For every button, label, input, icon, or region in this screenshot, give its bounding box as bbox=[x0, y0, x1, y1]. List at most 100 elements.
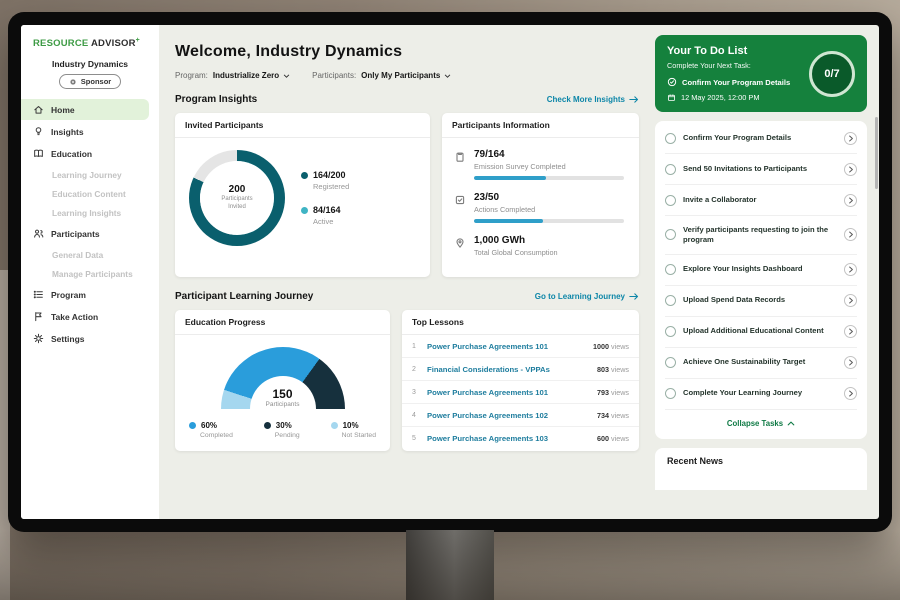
legend-item-pending: 30% Pending bbox=[264, 421, 300, 439]
sidebar-item-take-action[interactable]: Take Action bbox=[21, 306, 149, 327]
actions-progress-bar bbox=[474, 219, 624, 223]
chevron-right-icon bbox=[848, 328, 854, 335]
task-open-button[interactable] bbox=[844, 163, 857, 176]
legend-dot bbox=[264, 422, 271, 429]
participants-select[interactable]: Only My Participants bbox=[361, 71, 451, 80]
sidebar-item-program[interactable]: Program bbox=[21, 284, 149, 305]
todo-summary-card: Your To Do List Complete Your Next Task:… bbox=[655, 35, 867, 112]
task-row[interactable]: Complete Your Learning Journey bbox=[665, 379, 857, 410]
sidebar-item-manage-participants[interactable]: Manage Participants bbox=[21, 264, 159, 283]
task-open-button[interactable] bbox=[844, 228, 857, 241]
settings-gear-icon bbox=[33, 333, 44, 344]
lesson-link[interactable]: Power Purchase Agreements 103 bbox=[427, 434, 588, 443]
task-checkbox[interactable] bbox=[665, 388, 676, 399]
location-pin-icon bbox=[454, 237, 466, 249]
lesson-link[interactable]: Power Purchase Agreements 101 bbox=[427, 388, 588, 397]
task-row[interactable]: Verify participants requesting to join t… bbox=[665, 216, 857, 255]
task-open-button[interactable] bbox=[844, 132, 857, 145]
participants-filter: Participants: Only My Participants bbox=[312, 71, 451, 80]
sidebar-item-learning-journey[interactable]: Learning Journey bbox=[21, 165, 159, 184]
chevron-right-icon bbox=[848, 359, 854, 366]
home-icon bbox=[33, 104, 44, 115]
task-row[interactable]: Explore Your Insights Dashboard bbox=[665, 255, 857, 286]
collapse-tasks-button[interactable]: Collapse Tasks bbox=[665, 410, 857, 437]
sidebar-item-home[interactable]: Home bbox=[21, 99, 149, 120]
chevron-down-icon bbox=[444, 73, 451, 79]
task-checkbox[interactable] bbox=[665, 326, 676, 337]
logo-resource: RESOURCE bbox=[33, 38, 88, 49]
task-row[interactable]: Confirm Your Program Details bbox=[665, 123, 857, 154]
task-row[interactable]: Send 50 Invitations to Participants bbox=[665, 154, 857, 185]
lesson-link[interactable]: Financial Considerations - VPPAs bbox=[427, 365, 588, 374]
task-open-button[interactable] bbox=[844, 325, 857, 338]
legend-item-active: 84/164 Active bbox=[301, 205, 349, 226]
todo-panel: Your To Do List Complete Your Next Task:… bbox=[651, 25, 879, 519]
program-filter-label: Program: bbox=[175, 71, 208, 80]
sidebar-item-education[interactable]: Education bbox=[21, 143, 149, 164]
main-content: Welcome, Industry Dynamics Program: Indu… bbox=[159, 25, 651, 519]
invited-donut: 200 Participants Invited bbox=[189, 150, 285, 246]
legend-item-registered: 164/200 Registered bbox=[301, 170, 349, 191]
task-checkbox[interactable] bbox=[665, 229, 676, 240]
sidebar-item-learning-insights[interactable]: Learning Insights bbox=[21, 203, 159, 222]
sidebar-item-general-data[interactable]: General Data bbox=[21, 245, 159, 264]
task-row[interactable]: Upload Additional Educational Content bbox=[665, 317, 857, 348]
task-checkbox[interactable] bbox=[665, 295, 676, 306]
participants-filter-label: Participants: bbox=[312, 71, 356, 80]
page-title: Welcome, Industry Dynamics bbox=[175, 43, 639, 61]
filters-row: Program: Industrialize Zero Participants… bbox=[175, 71, 639, 80]
sidebar-item-insights[interactable]: Insights bbox=[21, 121, 149, 142]
sponsor-badge[interactable]: Sponsor bbox=[59, 74, 121, 89]
education-gauge-wrap: 150 Participants bbox=[221, 347, 345, 409]
recent-news-title: Recent News bbox=[667, 456, 723, 466]
task-row[interactable]: Upload Spend Data Records bbox=[665, 286, 857, 317]
chevron-down-icon bbox=[283, 73, 290, 79]
sidebar-item-education-content[interactable]: Education Content bbox=[21, 184, 159, 203]
chevron-right-icon bbox=[848, 197, 854, 204]
clipboard-icon bbox=[454, 151, 466, 163]
lesson-row: 4 Power Purchase Agreements 102 734views bbox=[402, 404, 639, 427]
stat-actions-completed: 23/50 Actions Completed bbox=[454, 187, 627, 230]
task-open-button[interactable] bbox=[844, 356, 857, 369]
lesson-link[interactable]: Power Purchase Agreements 101 bbox=[427, 342, 584, 351]
go-to-learning-journey-link[interactable]: Go to Learning Journey bbox=[535, 292, 639, 301]
task-open-button[interactable] bbox=[844, 194, 857, 207]
task-row[interactable]: Achieve One Sustainability Target bbox=[665, 348, 857, 379]
task-checkbox[interactable] bbox=[665, 164, 676, 175]
task-checkbox[interactable] bbox=[665, 357, 676, 368]
book-icon bbox=[33, 148, 44, 159]
task-open-button[interactable] bbox=[844, 387, 857, 400]
task-open-button[interactable] bbox=[844, 294, 857, 307]
task-checkbox[interactable] bbox=[665, 264, 676, 275]
task-checkbox[interactable] bbox=[665, 133, 676, 144]
task-row[interactable]: Invite a Collaborator bbox=[665, 185, 857, 216]
todo-task-list: Confirm Your Program Details Send 50 Inv… bbox=[655, 121, 867, 439]
stat-emission-survey: 79/164 Emission Survey Completed bbox=[454, 144, 627, 187]
todo-next-task[interactable]: Confirm Your Program Details bbox=[667, 77, 807, 87]
chevron-right-icon bbox=[848, 297, 854, 304]
scrollbar-thumb[interactable] bbox=[875, 117, 878, 189]
top-lessons-card: Top Lessons 1 Power Purchase Agreements … bbox=[402, 310, 639, 451]
chevron-up-icon bbox=[787, 420, 795, 427]
legend-dot bbox=[301, 172, 308, 179]
chevron-right-icon bbox=[848, 266, 854, 273]
program-select[interactable]: Industrialize Zero bbox=[213, 71, 290, 80]
task-checkbox[interactable] bbox=[665, 195, 676, 206]
emission-progress-bar bbox=[474, 176, 624, 180]
chevron-right-icon bbox=[848, 390, 854, 397]
logo-plus: + bbox=[136, 37, 140, 44]
sidebar-item-participants[interactable]: Participants bbox=[21, 223, 149, 244]
task-open-button[interactable] bbox=[844, 263, 857, 276]
check-circle-icon bbox=[667, 77, 677, 87]
org-name: Industry Dynamics bbox=[21, 59, 159, 69]
lesson-link[interactable]: Power Purchase Agreements 102 bbox=[427, 411, 588, 420]
sidebar-item-settings[interactable]: Settings bbox=[21, 328, 149, 349]
legend-item-not-started: 10% Not Started bbox=[331, 421, 376, 439]
chevron-right-icon bbox=[848, 135, 854, 142]
arrow-right-icon bbox=[629, 95, 639, 104]
info-card-title: Participants Information bbox=[442, 113, 639, 138]
check-more-insights-link[interactable]: Check More Insights bbox=[547, 95, 639, 104]
flag-icon bbox=[33, 311, 44, 322]
app-logo: RESOURCE ADVISOR+ bbox=[21, 35, 159, 49]
gear-icon bbox=[69, 78, 77, 86]
